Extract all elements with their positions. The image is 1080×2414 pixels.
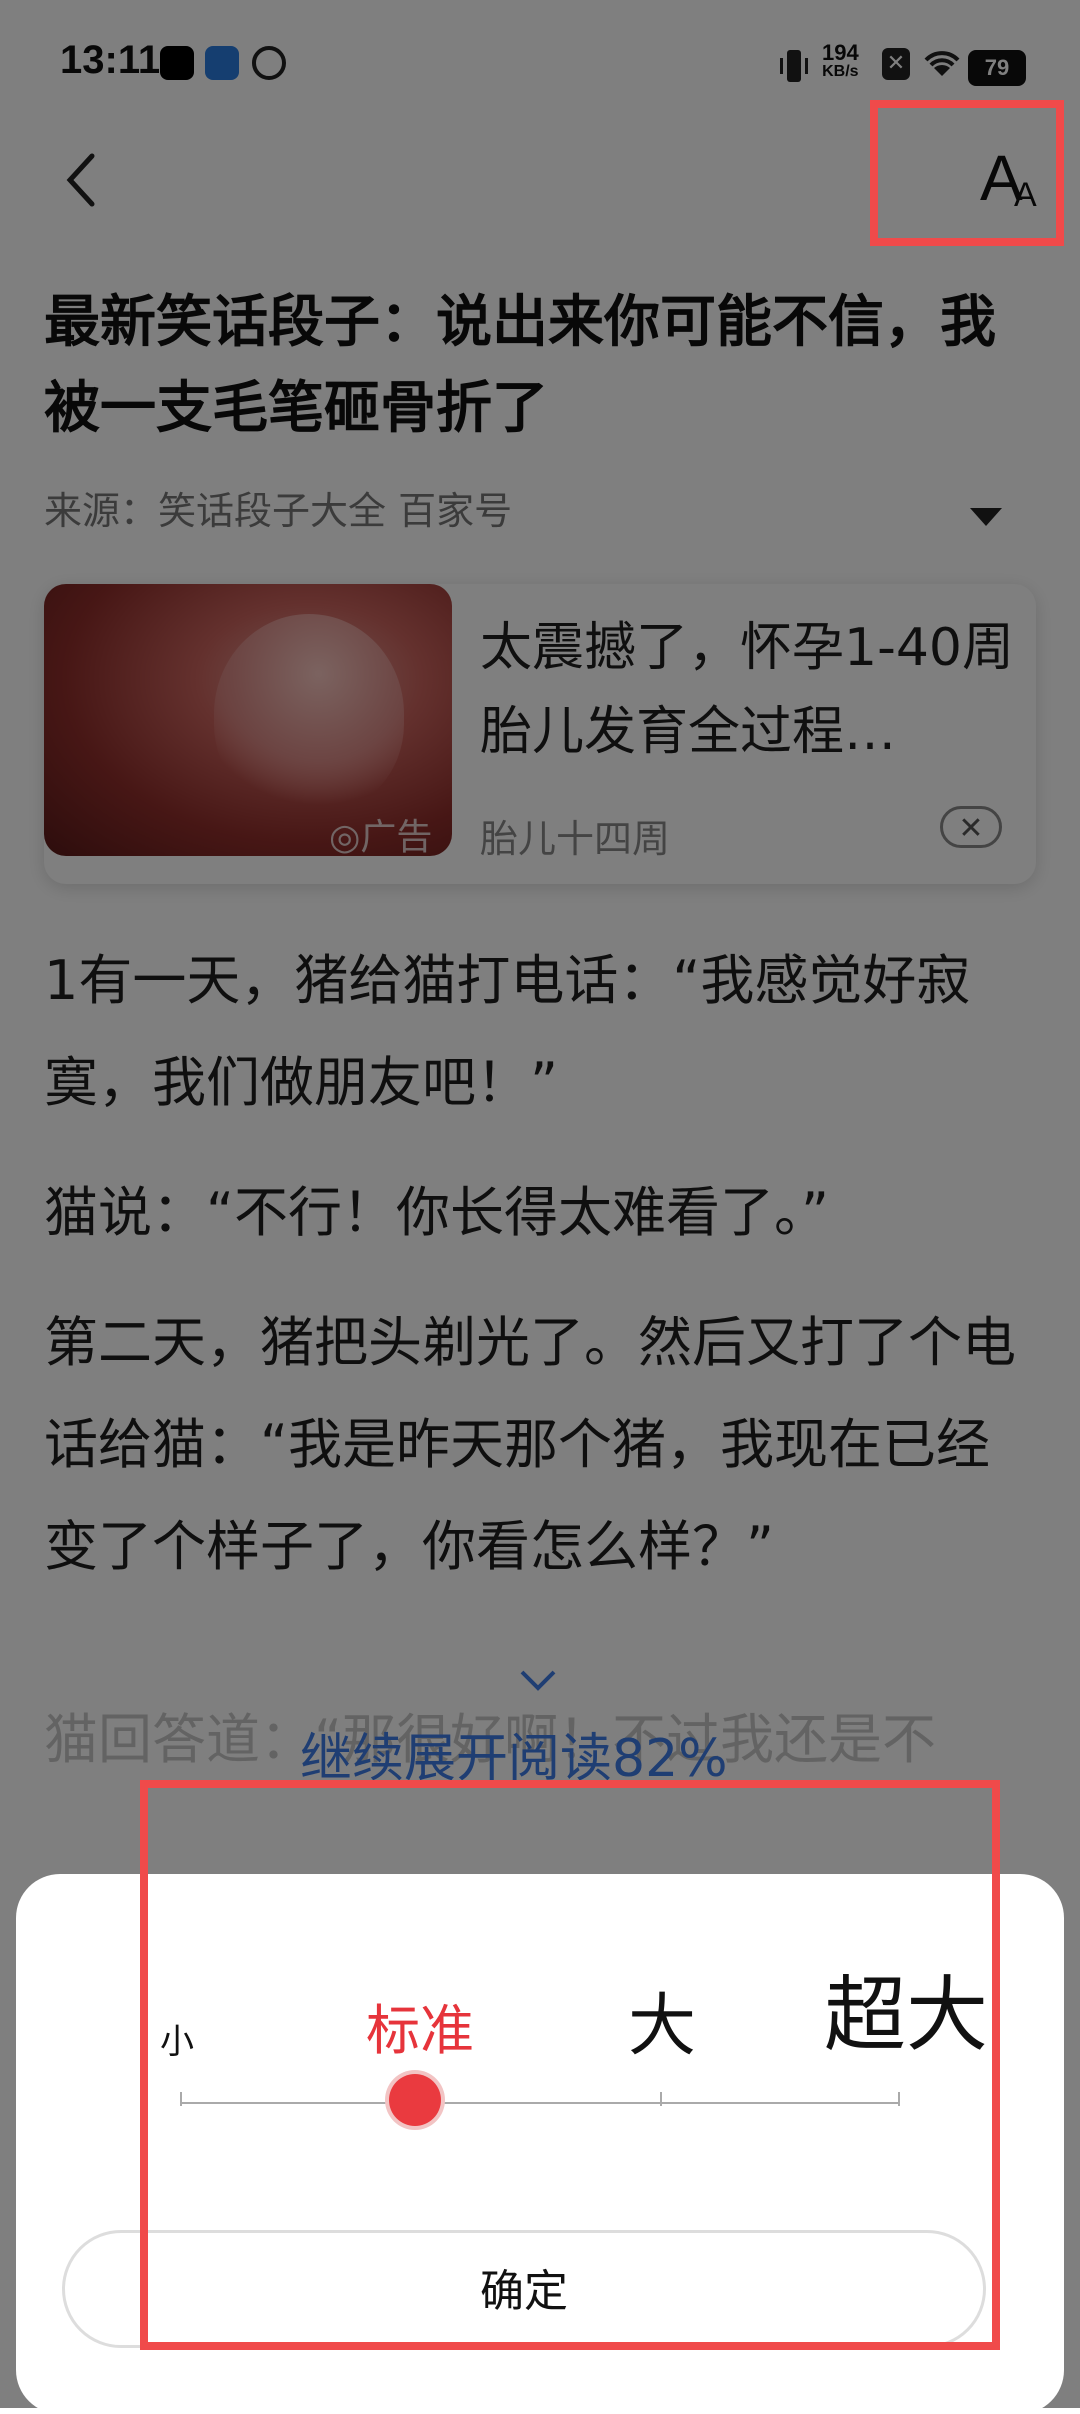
highlight-box-font-button	[870, 100, 1064, 246]
highlight-box-font-panel	[140, 1780, 1000, 2350]
